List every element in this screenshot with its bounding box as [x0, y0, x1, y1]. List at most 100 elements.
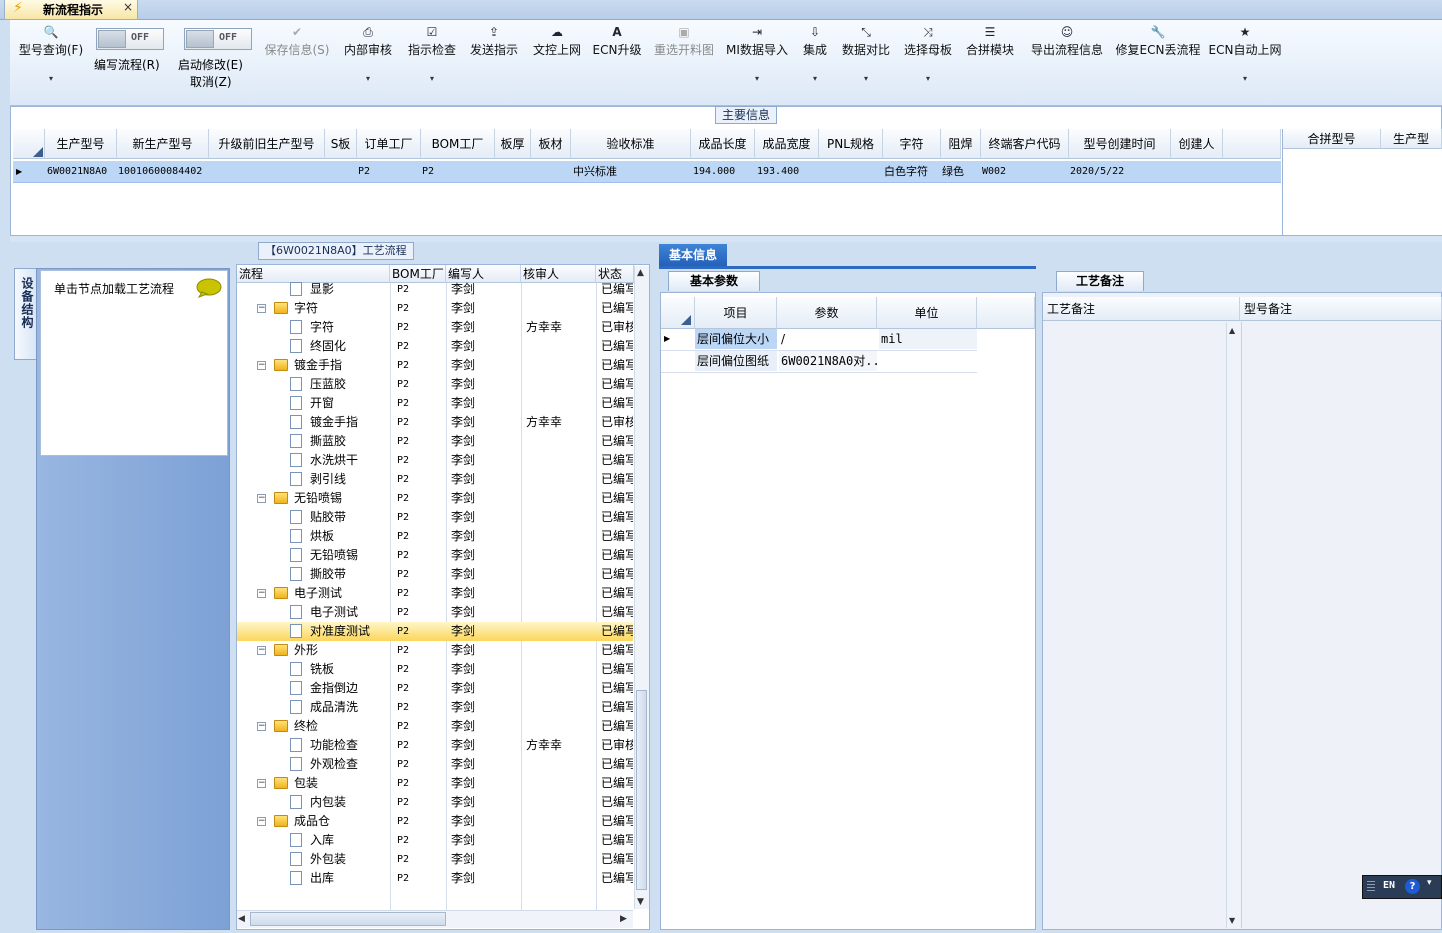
- send-instruction-button[interactable]: ⇪ 发送指示: [466, 20, 522, 106]
- tree-row[interactable]: − 外形 P2 李剑 已编写: [237, 641, 633, 660]
- scroll-down-icon[interactable]: ▼: [1229, 916, 1235, 925]
- language-menu-icon[interactable]: ▾: [1427, 878, 1432, 888]
- col-material[interactable]: 板材: [531, 129, 571, 159]
- tree-row-selected[interactable]: 对准度测试 P2 李剑 已编写: [237, 622, 633, 641]
- tree-row[interactable]: − 电子测试 P2 李剑 已编写: [237, 584, 633, 603]
- dropdown-arrow-icon[interactable]: ▾: [839, 74, 893, 83]
- tree-row[interactable]: 终固化 P2 李剑 已编写: [237, 337, 633, 356]
- dropdown-arrow-icon[interactable]: ▾: [901, 74, 955, 83]
- collapse-toggle-icon[interactable]: −: [257, 494, 266, 503]
- dropdown-arrow-icon[interactable]: ▾: [796, 74, 834, 83]
- save-info-button[interactable]: ✔ 保存信息(S): [260, 20, 334, 106]
- tree-horizontal-scroll-thumb[interactable]: [250, 912, 446, 926]
- process-remarks-input[interactable]: [1043, 322, 1226, 928]
- collapse-toggle-icon[interactable]: −: [257, 779, 266, 788]
- tree-row[interactable]: − 字符 P2 李剑 已编写: [237, 299, 633, 318]
- close-tab-icon[interactable]: ×: [123, 0, 133, 14]
- col-bom-factory[interactable]: BOM工厂: [421, 129, 495, 159]
- dropdown-arrow-icon[interactable]: ▾: [1208, 74, 1282, 83]
- tree-row[interactable]: 字符 P2 李剑 方幸幸 已审核: [237, 318, 633, 337]
- scroll-right-icon[interactable]: ▶: [620, 914, 627, 924]
- tree-row[interactable]: − 包装 P2 李剑 已编写: [237, 774, 633, 793]
- dropdown-arrow-icon[interactable]: ▾: [404, 74, 460, 83]
- tab-basic-params[interactable]: 基本参数: [668, 271, 760, 291]
- col-old-model[interactable]: 升级前旧生产型号: [209, 129, 325, 159]
- col-thickness[interactable]: 板厚: [495, 129, 531, 159]
- col-prod-model-2[interactable]: 生产型: [1381, 129, 1442, 149]
- mi-data-import-button[interactable]: ⇥ MI数据导入 ▾: [724, 20, 790, 106]
- tree-row[interactable]: 撕蓝胶 P2 李剑 已编写: [237, 432, 633, 451]
- param-value[interactable]: 6W0021N8A0对...: [779, 351, 877, 371]
- tree-row[interactable]: − 无铅喷锡 P2 李剑 已编写: [237, 489, 633, 508]
- tree-row[interactable]: 镀金手指 P2 李剑 方幸幸 已审核: [237, 413, 633, 432]
- tree-row[interactable]: 水洗烘干 P2 李剑 已编写: [237, 451, 633, 470]
- ecn-auto-online-button[interactable]: ★ ECN自动上网 ▾: [1208, 20, 1282, 106]
- table-row[interactable]: 层间偏位图纸 6W0021N8A0对...: [661, 351, 977, 373]
- tree-row[interactable]: 电子测试 P2 李剑 已编写: [237, 603, 633, 622]
- col-acceptance[interactable]: 验收标准: [571, 129, 691, 159]
- col-creator[interactable]: 创建人: [1171, 129, 1223, 159]
- col-order-factory[interactable]: 订单工厂: [357, 129, 421, 159]
- col-width[interactable]: 成品宽度: [755, 129, 819, 159]
- param-value[interactable]: /: [779, 329, 877, 349]
- tree-row[interactable]: 内包装 P2 李剑 已编写: [237, 793, 633, 812]
- internal-review-button[interactable]: ⎙ 内部审核 ▾: [340, 20, 396, 106]
- cancel-modify-label[interactable]: 取消(Z): [190, 73, 232, 90]
- equipment-structure-tab[interactable]: 设备结构: [14, 268, 36, 360]
- merge-module-button[interactable]: ☰ 合拼模块: [963, 20, 1017, 106]
- instruction-check-button[interactable]: ☑ 指示检查 ▾: [404, 20, 460, 106]
- tree-row[interactable]: 铣板 P2 李剑 已编写: [237, 660, 633, 679]
- drag-grip-icon[interactable]: [1367, 881, 1375, 893]
- tab-process-remarks[interactable]: 工艺备注: [1056, 271, 1144, 291]
- dropdown-arrow-icon[interactable]: ▾: [14, 74, 88, 83]
- collapse-toggle-icon[interactable]: −: [257, 361, 266, 370]
- tree-row[interactable]: 无铅喷锡 P2 李剑 已编写: [237, 546, 633, 565]
- tree-row[interactable]: 成品清洗 P2 李剑 已编写: [237, 698, 633, 717]
- scroll-up-icon[interactable]: ▲: [1229, 326, 1235, 335]
- col-s-board[interactable]: S板: [325, 129, 357, 159]
- document-tab[interactable]: ⚡ 新流程指示 ×: [4, 0, 138, 20]
- model-query-button[interactable]: 🔍 型号查询(F) ▾: [14, 20, 88, 106]
- tree-row[interactable]: − 终检 P2 李剑 已编写: [237, 717, 633, 736]
- collapse-toggle-icon[interactable]: −: [257, 589, 266, 598]
- integrate-button[interactable]: ⇩ 集成 ▾: [796, 20, 834, 106]
- tree-row[interactable]: 外观检查 P2 李剑 已编写: [237, 755, 633, 774]
- collapse-toggle-icon[interactable]: −: [257, 722, 266, 731]
- help-icon[interactable]: ?: [1405, 879, 1420, 894]
- tree-row[interactable]: 撕胶带 P2 李剑 已编写: [237, 565, 633, 584]
- tree-row[interactable]: 开窗 P2 李剑 已编写: [237, 394, 633, 413]
- tree-row[interactable]: 外包装 P2 李剑 已编写: [237, 850, 633, 869]
- data-compare-button[interactable]: ⤡ 数据对比 ▾: [839, 20, 893, 106]
- start-modify-toggle[interactable]: OFF: [184, 28, 252, 50]
- select-master-board-button[interactable]: ⤨ 选择母板 ▾: [901, 20, 955, 106]
- col-mask[interactable]: 阻焊: [941, 129, 981, 159]
- collapse-toggle-icon[interactable]: −: [257, 304, 266, 313]
- tree-vertical-scroll-thumb[interactable]: [636, 690, 647, 890]
- language-bar[interactable]: EN ? ▾: [1362, 875, 1442, 899]
- col-merge-model[interactable]: 合拼型号: [1283, 129, 1381, 149]
- dropdown-arrow-icon[interactable]: ▾: [340, 74, 396, 83]
- scroll-down-icon[interactable]: ▼: [637, 897, 644, 907]
- collapse-toggle-icon[interactable]: −: [257, 817, 266, 826]
- col-customer[interactable]: 终端客户代码: [981, 129, 1069, 159]
- col-prod-model[interactable]: 生产型号: [45, 129, 117, 159]
- tree-row[interactable]: − 成品仓 P2 李剑 已编写: [237, 812, 633, 831]
- col-param[interactable]: 参数: [777, 297, 877, 329]
- model-remarks-input[interactable]: [1241, 322, 1441, 928]
- reselect-cutting-map-button[interactable]: ▣ 重选开料图: [650, 20, 718, 106]
- col-new-model[interactable]: 新生产型号: [117, 129, 209, 159]
- repair-ecn-lost-flow-button[interactable]: 🔧 修复ECN丢流程: [1114, 20, 1202, 106]
- doc-control-online-button[interactable]: ☁ 文控上网: [529, 20, 585, 106]
- scroll-up-icon[interactable]: ▲: [637, 268, 644, 278]
- col-unit[interactable]: 单位: [877, 297, 977, 329]
- tree-row[interactable]: 显影 P2 李剑 已编写: [237, 280, 633, 299]
- language-indicator[interactable]: EN: [1383, 880, 1395, 891]
- table-row[interactable]: ▶ 层间偏位大小 / mil: [661, 329, 977, 351]
- col-item[interactable]: 项目: [695, 297, 777, 329]
- tree-row[interactable]: 出库 P2 李剑 已编写: [237, 869, 633, 888]
- col-length[interactable]: 成品长度: [691, 129, 755, 159]
- collapse-toggle-icon[interactable]: −: [257, 646, 266, 655]
- tree-row[interactable]: − 镀金手指 P2 李剑 已编写: [237, 356, 633, 375]
- col-pnl[interactable]: PNL规格: [819, 129, 883, 159]
- tree-row[interactable]: 金指倒边 P2 李剑 已编写: [237, 679, 633, 698]
